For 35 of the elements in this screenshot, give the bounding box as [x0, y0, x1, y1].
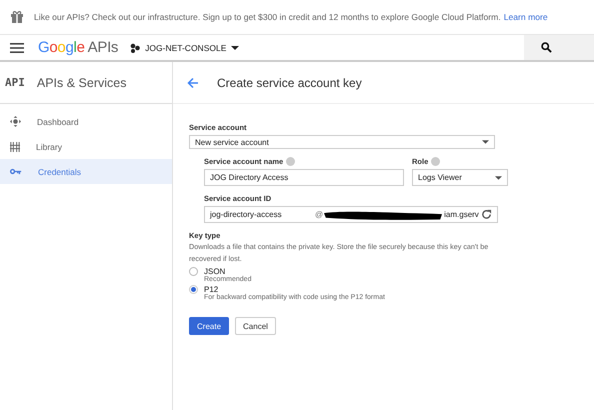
radio-button[interactable]: [189, 285, 198, 294]
account-id-value[interactable]: jog-directory-access: [210, 210, 315, 219]
option-label: P12: [204, 285, 218, 294]
caret-icon: [231, 46, 240, 50]
move-icon: [10, 116, 21, 127]
at-sign: @: [315, 210, 324, 219]
caret-icon: [495, 176, 502, 180]
nav-item[interactable]: Credentials: [0, 159, 172, 184]
domain-text: iam.gserv: [444, 210, 479, 219]
google-apis-logo[interactable]: Google APIs: [38, 39, 118, 56]
option-label: JSON: [204, 267, 226, 276]
promo-text: Like our APIs? Check out our infrastructure. Sign up to get $300 in credit and 12 months to explore Google Cloud Platform.: [34, 12, 501, 22]
library-icon: [10, 142, 20, 152]
api-logo: API: [5, 76, 25, 89]
menu-icon[interactable]: [10, 42, 24, 52]
refresh-icon[interactable]: [481, 209, 492, 220]
role-dropdown[interactable]: Logs Viewer: [412, 169, 508, 186]
nav-item[interactable]: Dashboard: [0, 109, 172, 134]
back-arrow-icon[interactable]: [187, 76, 199, 88]
learn-more-link[interactable]: Learn more: [504, 12, 548, 22]
search-icon: [541, 42, 552, 53]
page-title: Create service account key: [217, 76, 362, 90]
project-icon: [130, 42, 140, 52]
cancel-button[interactable]: Cancel: [235, 317, 276, 335]
gift-icon: [10, 10, 24, 24]
create-button[interactable]: Create: [189, 317, 230, 335]
search-box[interactable]: [524, 35, 594, 60]
name-input[interactable]: JOG Directory Access: [204, 169, 404, 186]
radio-button[interactable]: [189, 267, 198, 276]
service-account-dropdown[interactable]: New service account: [189, 135, 495, 149]
section-title: APIs & Services: [36, 76, 126, 90]
nav-item[interactable]: Library: [0, 134, 172, 159]
key-icon: [10, 168, 22, 175]
caret-icon: [482, 140, 489, 144]
project-selector[interactable]: JOG-NET-CONSOLE: [130, 42, 240, 52]
